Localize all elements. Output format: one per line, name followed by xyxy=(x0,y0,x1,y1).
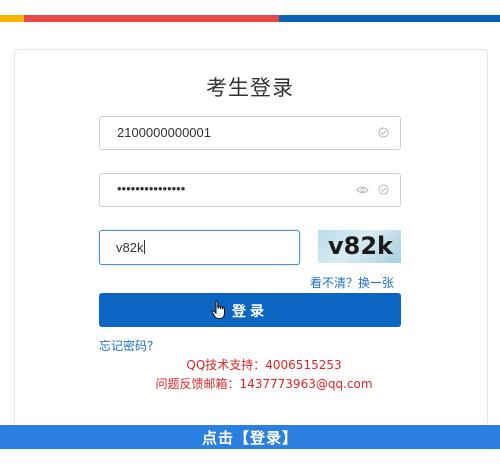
password-masked-value: ••••••••••••••• xyxy=(117,181,186,196)
refresh-captcha-link[interactable]: 看不清？换一张 xyxy=(310,274,394,291)
captcha-image[interactable]: v82k xyxy=(318,230,401,263)
login-page: 考生登录 2100000000001 ••••••••••••••• v82k … xyxy=(0,0,500,468)
bottom-band xyxy=(0,449,500,468)
top-color-stripe xyxy=(0,15,500,22)
username-value: 2100000000001 xyxy=(117,125,211,140)
forgot-password-link[interactable]: 忘记密码? xyxy=(99,337,153,354)
login-button[interactable]: 登录 xyxy=(99,293,401,327)
page-title: 考生登录 xyxy=(206,76,294,100)
check-circle-icon xyxy=(378,184,389,195)
stripe-yellow xyxy=(0,15,24,22)
qq-support-text: QQ技术支持：4006515253 xyxy=(186,358,342,372)
stripe-red xyxy=(24,15,279,22)
captcha-input[interactable]: v82k xyxy=(99,230,300,265)
username-field[interactable]: 2100000000001 xyxy=(99,116,401,150)
stripe-blue xyxy=(279,15,500,22)
login-button-label: 登录 xyxy=(232,304,268,320)
feedback-email-text: 问题反馈邮箱：1437773963@qq.com xyxy=(155,377,373,391)
hand-pointer-icon xyxy=(211,300,225,319)
password-field[interactable]: ••••••••••••••• xyxy=(99,173,401,207)
eye-icon[interactable] xyxy=(356,185,369,195)
caption-text: 点击【登录】 xyxy=(201,429,298,447)
text-caret xyxy=(144,240,146,254)
captcha-input-value: v82k xyxy=(116,240,144,255)
check-circle-icon xyxy=(378,127,389,138)
captcha-input-content: v82k xyxy=(116,240,146,255)
captcha-image-text: v82k xyxy=(328,232,394,260)
